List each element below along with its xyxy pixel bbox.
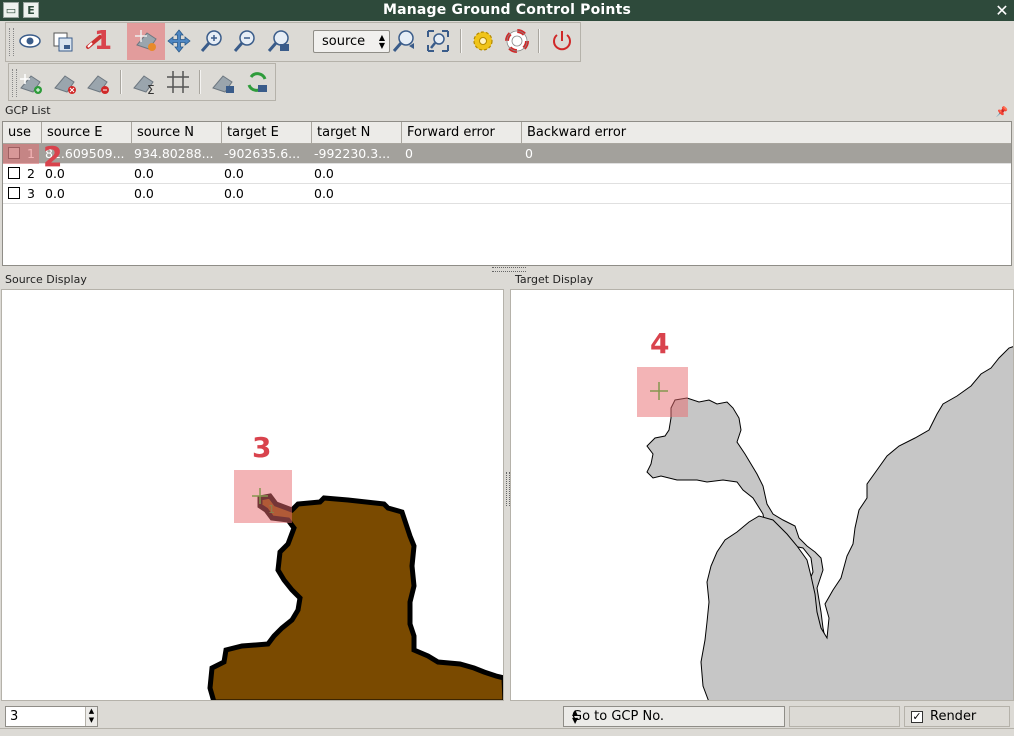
zoom-layer-icon[interactable] [265,27,293,55]
row-id: 2 [27,166,35,181]
toolbar-separator [199,70,201,94]
toolbar-grip[interactable] [9,28,14,56]
annotation-number-2: 2 [43,140,63,173]
spin-arrows-icon[interactable]: ▲ ▼ [85,707,97,726]
source-combo-value: source [322,34,366,49]
source-map-canvas[interactable]: 1 [1,289,504,701]
cell-source-n: 0.0 [134,186,154,201]
export-gcp-icon[interactable] [209,68,237,96]
cell-target-n: 0.0 [314,166,334,181]
annotation-number-4: 4 [650,327,670,360]
cell-forward-error: 0 [405,146,413,161]
zoom-full-icon[interactable] [424,27,452,55]
table-row[interactable]: 2 0.0 0.0 0.0 0.0 [3,164,1011,184]
settings-icon[interactable] [469,27,497,55]
add-gcp-icon[interactable] [17,68,45,96]
toolbar-separator [538,29,540,53]
gcp-toolbar: Σ [8,63,276,101]
quit-icon[interactable] [548,27,576,55]
combo-arrows-icon: ▲ ▼ [378,33,385,50]
combo-arrows-icon: ▲ ▼ [572,708,579,725]
col-header-source-n[interactable]: source N [132,122,222,144]
zoom-out-icon[interactable] [231,27,259,55]
delete-gcp-icon[interactable] [51,68,79,96]
row-id: 3 [27,186,35,201]
table-row[interactable]: 1 82.609509... 934.80288... -902635.6...… [3,144,1011,164]
refresh-icon[interactable] [243,68,271,96]
cell-target-n: -992230.3... [314,146,391,161]
render-toggle[interactable]: ✓ Render [904,706,1010,727]
target-display-title: Target Display [515,273,594,286]
pan-icon[interactable] [165,27,193,55]
col-header-target-n[interactable]: target N [312,122,402,144]
col-header-forward-error[interactable]: Forward error [402,122,522,144]
toolbar-separator [120,70,122,94]
render-label: Render [930,709,977,724]
annotation-number-1: 1 [94,26,113,56]
target-vector-map [646,346,1013,700]
close-window-button[interactable]: ✕ [993,0,1011,21]
toolbar-separator [460,29,462,53]
grid-icon[interactable] [164,68,192,96]
help-icon[interactable] [503,27,531,55]
pin-icon[interactable]: 📌 [996,105,1008,121]
annotation-number-3: 3 [252,431,272,464]
target-display-header: Target Display [510,272,1014,289]
add-point-button[interactable] [127,23,165,60]
cell-source-n: 0.0 [134,166,154,181]
col-header-use[interactable]: use [3,122,42,144]
render-checkbox[interactable]: ✓ [911,711,923,723]
annotation-highlight-4 [637,367,688,417]
goto-gcp-combo[interactable]: Go to GCP No. ▲ ▼ [563,706,785,727]
view-icon[interactable] [16,27,44,55]
window-title: Manage Ground Control Points [382,2,632,18]
cell-target-e: -902635.6... [224,146,301,161]
calculate-rms-icon[interactable]: Σ [130,68,158,96]
use-checkbox[interactable] [8,167,20,179]
cell-backward-error: 0 [525,146,533,161]
gcp-number-value: 3 [10,709,19,724]
annotation-highlight-2 [3,144,39,164]
cell-target-e: 0.0 [224,166,244,181]
status-field [789,706,900,727]
cell-source-n: 934.80288... [134,146,214,161]
target-map-canvas[interactable] [510,289,1014,701]
gcp-table: use source E source N target E target N … [2,121,1012,266]
source-display-title: Source Display [5,273,87,286]
cell-target-n: 0.0 [314,186,334,201]
table-row[interactable]: 3 0.0 0.0 0.0 0.0 [3,184,1011,204]
remove-gcp-icon[interactable] [84,68,112,96]
zoom-last-icon[interactable] [390,27,418,55]
source-combo[interactable]: source ▲ ▼ [313,30,390,53]
open-raster-icon[interactable] [49,27,77,55]
title-bar: ▭ E Manage Ground Control Points ✕ [0,0,1014,21]
svg-text:Σ: Σ [147,83,155,96]
cell-source-e: 0.0 [45,186,65,201]
cell-target-e: 0.0 [224,186,244,201]
use-checkbox[interactable] [8,187,20,199]
source-display-header: Source Display [0,272,506,289]
main-toolbar: source ▲ ▼ [5,22,581,62]
col-header-backward-error[interactable]: Backward error [522,122,1011,144]
gcp-list-title: GCP List [5,104,51,117]
zoom-in-icon[interactable] [198,27,226,55]
annotation-highlight-3 [234,470,292,523]
gcp-list-header: GCP List 📌 [0,103,1014,120]
gcp-number-spinbox[interactable]: 3 ▲ ▼ [5,706,98,727]
col-header-target-e[interactable]: target E [222,122,312,144]
